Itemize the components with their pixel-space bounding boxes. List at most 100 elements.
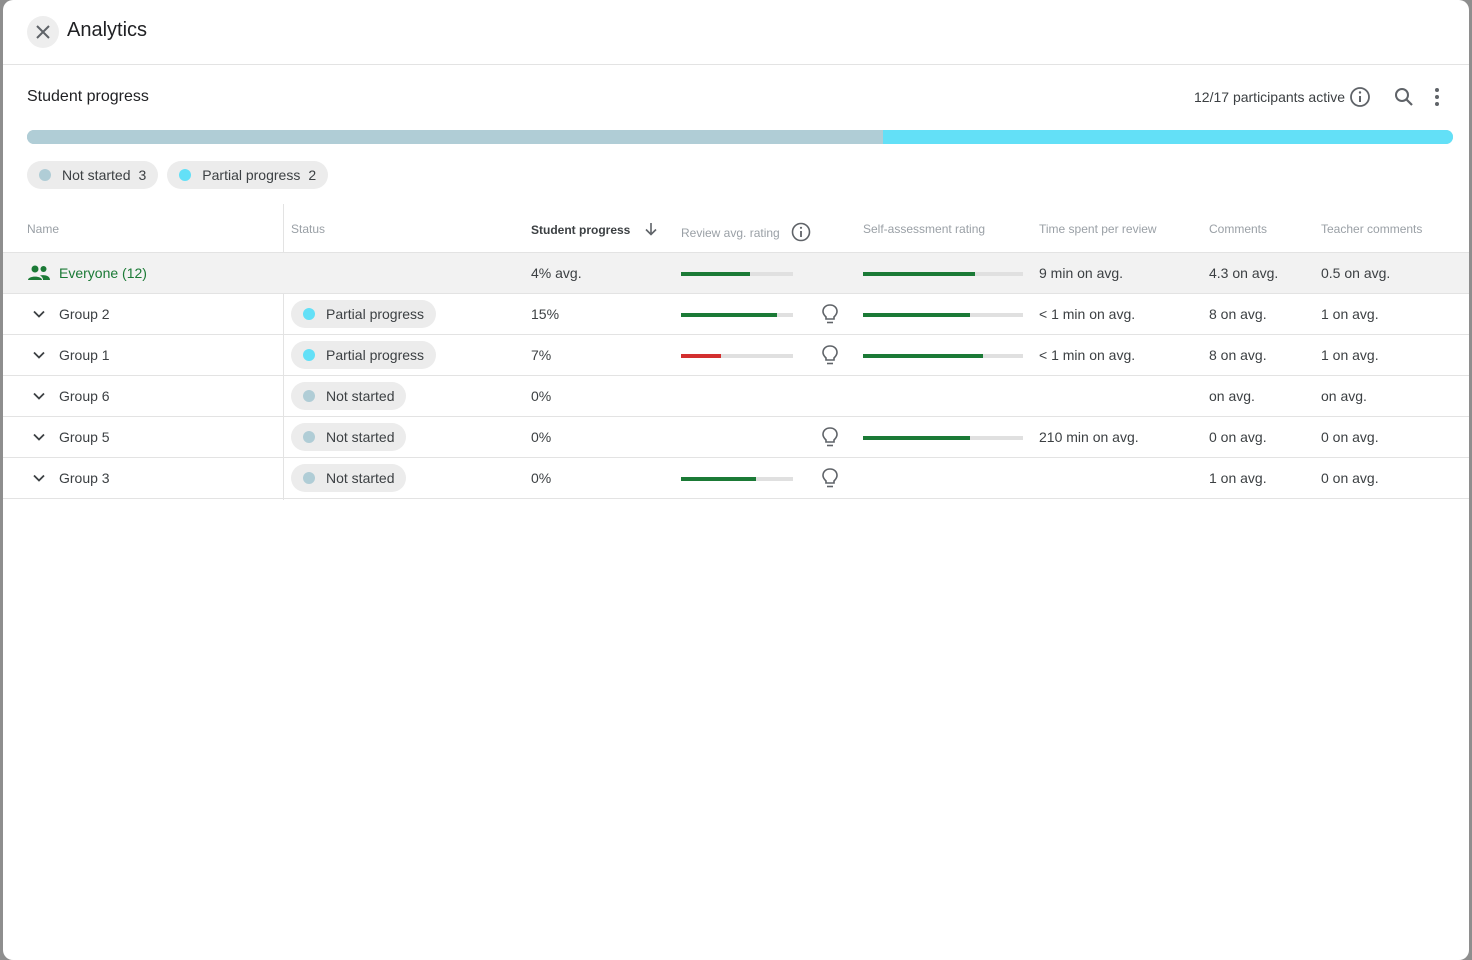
- teacher-comments-value: 0.5 on avg.: [1321, 265, 1391, 281]
- comments-value: 1 on avg.: [1209, 470, 1267, 486]
- row-name[interactable]: Group 1: [59, 347, 110, 363]
- table-body: Everyone (12) 4% avg. 9 min on avg. 4.3 on …: [3, 253, 1469, 499]
- legend-chip-partial-progress[interactable]: Partial progress 2: [167, 161, 329, 189]
- top-bar: Analytics: [3, 0, 1469, 65]
- header-comments[interactable]: Comments: [1209, 222, 1267, 236]
- self-assessment-bar: [863, 272, 1023, 276]
- progress-segment-not-started: [27, 130, 883, 144]
- table-row[interactable]: Group 6 Not started 0% on avg. on avg.: [3, 376, 1469, 417]
- time-spent-value: < 1 min on avg.: [1039, 347, 1136, 363]
- comments-value: on avg.: [1209, 388, 1255, 404]
- status-label: Not started: [326, 470, 395, 486]
- status-badge: Not started: [291, 464, 407, 492]
- header-review-rating[interactable]: Review avg. rating: [681, 222, 811, 242]
- teacher-comments-value: 1 on avg.: [1321, 306, 1379, 322]
- status-badge: Partial progress: [291, 341, 437, 369]
- status-badge: Not started: [291, 382, 407, 410]
- status-badge: Partial progress: [291, 300, 437, 328]
- close-icon: [36, 25, 50, 39]
- status-label: Not started: [326, 388, 395, 404]
- status-dot: [303, 349, 315, 361]
- chevron-down-icon[interactable]: [31, 306, 47, 327]
- progress-table: Name Status Student progress Review avg.…: [3, 204, 1469, 500]
- review-rating-fill: [681, 313, 778, 317]
- page-title: Analytics: [67, 19, 148, 41]
- section-title: Student progress: [27, 88, 149, 105]
- close-button[interactable]: [27, 16, 59, 48]
- lightbulb-icon[interactable]: [821, 426, 839, 453]
- student-progress-value: 7%: [531, 347, 552, 363]
- info-icon[interactable]: [791, 222, 811, 242]
- analytics-dialog: Analytics Student progress 12/17 partici…: [3, 0, 1469, 960]
- search-icon: [1395, 88, 1413, 106]
- table-row[interactable]: Group 3 Not started 0% 1 on avg. 0 on avg.: [3, 458, 1469, 499]
- review-rating-bar: [681, 313, 793, 317]
- teacher-comments-value: 0 on avg.: [1321, 470, 1379, 486]
- info-icon[interactable]: [1349, 86, 1371, 113]
- status-dot: [303, 431, 315, 443]
- header-name[interactable]: Name: [27, 222, 59, 236]
- review-rating-bar: [681, 354, 793, 358]
- legend-chip-not-started[interactable]: Not started 3: [27, 161, 159, 189]
- review-rating-fill: [681, 477, 757, 481]
- student-progress-value: 0%: [531, 429, 552, 445]
- row-name[interactable]: Group 6: [59, 388, 110, 404]
- status-badge: Not started: [291, 423, 407, 451]
- self-assessment-fill: [863, 272, 975, 276]
- self-assessment-fill: [863, 313, 971, 317]
- self-assessment-fill: [863, 436, 971, 440]
- comments-value: 4.3 on avg.: [1209, 265, 1279, 281]
- lightbulb-icon[interactable]: [821, 344, 839, 371]
- row-name[interactable]: Group 3: [59, 470, 110, 486]
- status-dot: [179, 169, 192, 181]
- chevron-down-icon[interactable]: [31, 470, 47, 491]
- lightbulb-icon[interactable]: [821, 467, 839, 494]
- progress-segment-partial: [882, 130, 1453, 144]
- row-name[interactable]: Everyone (12): [59, 265, 147, 281]
- chevron-down-icon[interactable]: [31, 388, 47, 409]
- header-label: Review avg. rating: [681, 226, 780, 240]
- status-label: Not started: [326, 429, 395, 445]
- row-name[interactable]: Group 5: [59, 429, 110, 445]
- student-progress-value: 0%: [531, 470, 552, 486]
- self-assessment-bar: [863, 354, 1023, 358]
- comments-value: 0 on avg.: [1209, 429, 1267, 445]
- status-dot: [303, 472, 315, 484]
- search-button[interactable]: [1393, 86, 1415, 113]
- more-options-button[interactable]: [1427, 86, 1447, 113]
- row-name[interactable]: Group 2: [59, 306, 110, 322]
- review-rating-fill: [681, 354, 722, 358]
- review-rating-bar: [681, 272, 793, 276]
- chevron-down-icon[interactable]: [31, 347, 47, 368]
- comments-value: 8 on avg.: [1209, 347, 1267, 363]
- everyone-row[interactable]: Everyone (12) 4% avg. 9 min on avg. 4.3 on …: [3, 253, 1469, 294]
- teacher-comments-value: on avg.: [1321, 388, 1367, 404]
- status-dot: [39, 169, 51, 181]
- more-vert-icon: [1435, 88, 1439, 106]
- self-assessment-bar: [863, 313, 1023, 317]
- header-label: Student progress: [531, 223, 631, 237]
- legend-chips: Not started 3 Partial progress 2: [27, 161, 329, 189]
- table-row[interactable]: Group 1 Partial progress 7% < 1 min on avg.…: [3, 335, 1469, 376]
- header-teacher-comments[interactable]: Teacher comments: [1321, 222, 1422, 236]
- table-row[interactable]: Group 5 Not started 0% 210 min on avg. 0 on …: [3, 417, 1469, 458]
- self-assessment-fill: [863, 354, 983, 358]
- time-spent-value: < 1 min on avg.: [1039, 306, 1136, 322]
- header-status[interactable]: Status: [291, 222, 325, 236]
- teacher-comments-value: 0 on avg.: [1321, 429, 1379, 445]
- time-spent-value: 9 min on avg.: [1039, 265, 1124, 281]
- review-rating-fill: [681, 272, 751, 276]
- header-time-spent[interactable]: Time spent per review: [1039, 222, 1157, 236]
- header-self-assessment[interactable]: Self-assessment rating: [863, 222, 985, 236]
- chip-label: Partial progress: [202, 167, 301, 183]
- overall-progress-bar: [27, 130, 1453, 144]
- student-progress-value: 4% avg.: [531, 265, 582, 281]
- student-progress-value: 15%: [531, 306, 560, 322]
- lightbulb-icon[interactable]: [821, 303, 839, 330]
- chip-count: 2: [308, 167, 317, 183]
- table-row[interactable]: Group 2 Partial progress 15% < 1 min on avg…: [3, 294, 1469, 335]
- table-header: Name Status Student progress Review avg.…: [3, 204, 1469, 253]
- chevron-down-icon[interactable]: [31, 429, 47, 450]
- people-icon: [27, 263, 51, 288]
- header-student-progress[interactable]: Student progress: [531, 222, 658, 237]
